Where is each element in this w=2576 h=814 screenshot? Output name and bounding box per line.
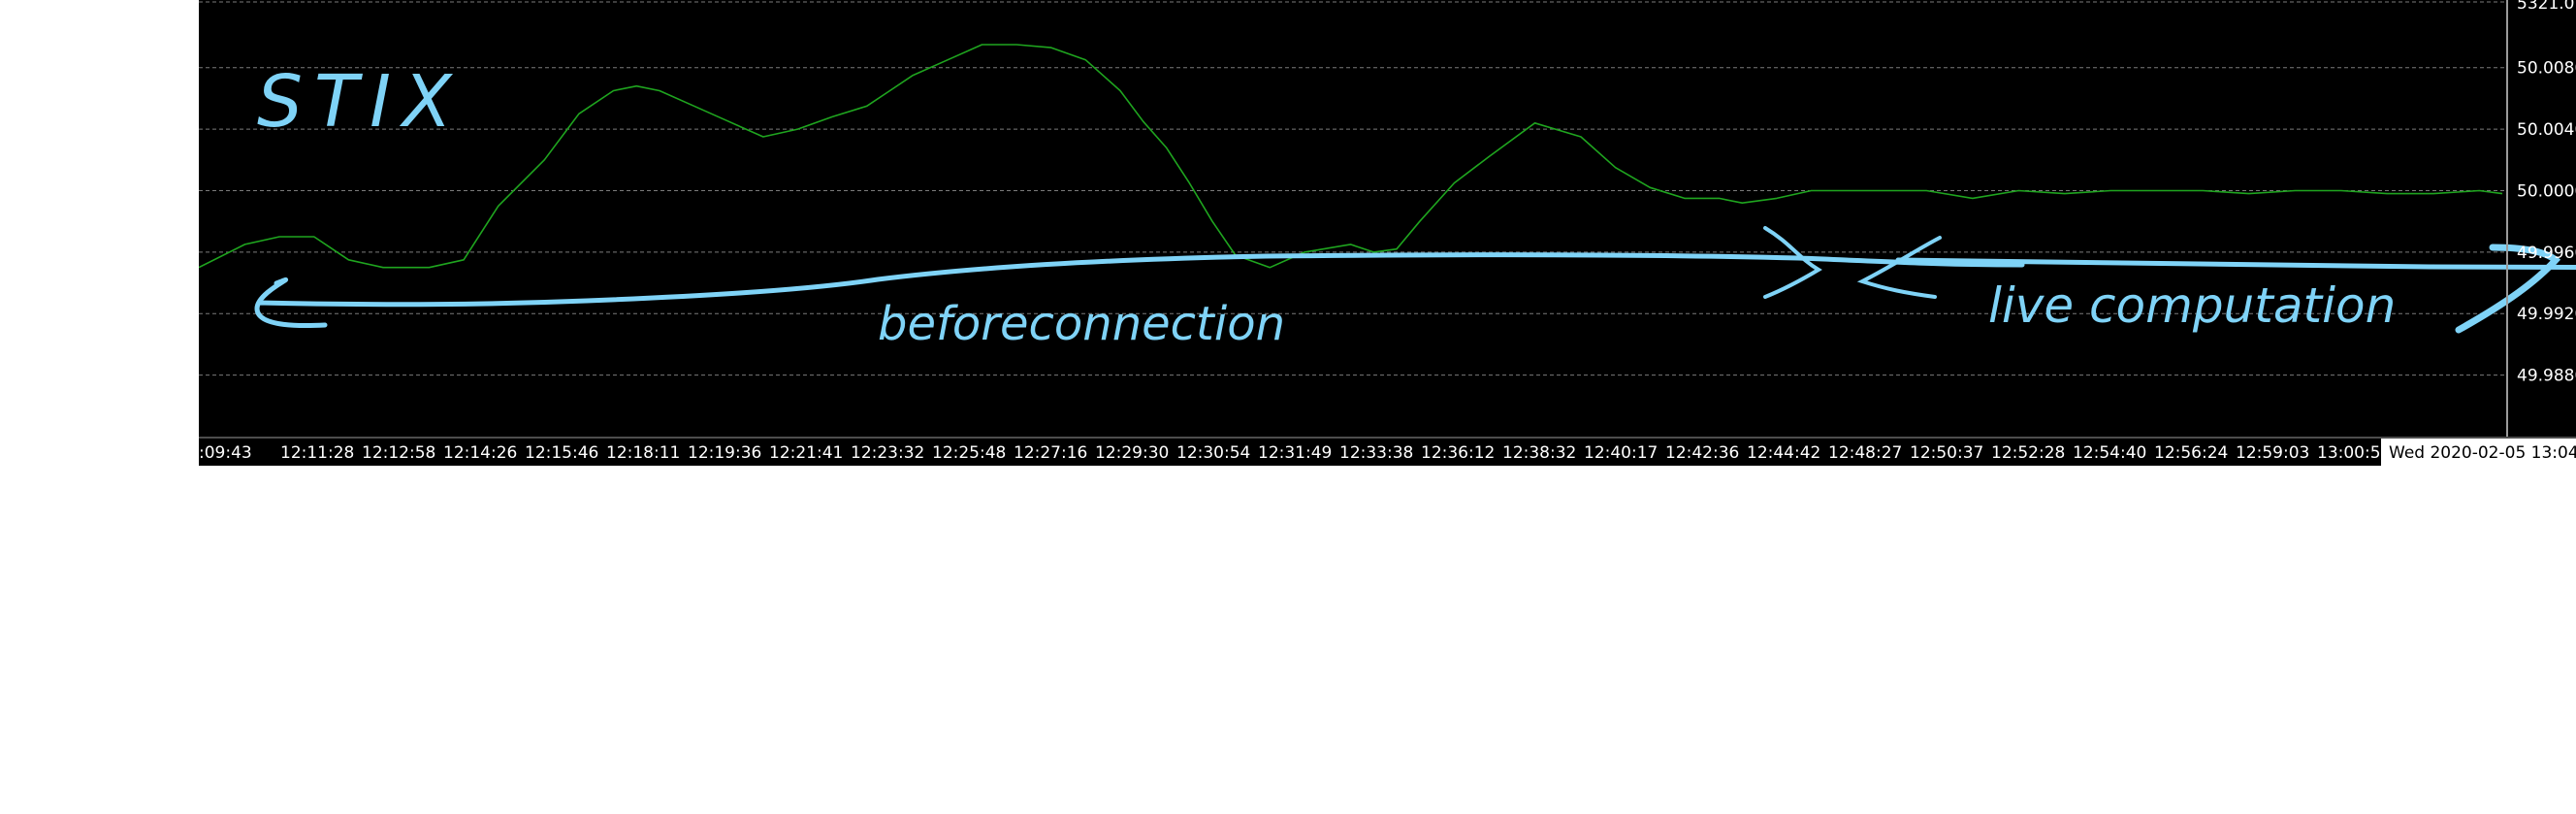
y-axis-top-partial-label: 5321.0 xyxy=(2517,0,2574,14)
x-tick-label: 12:25:48 xyxy=(932,443,1006,463)
x-tick-label: 12:11:28 xyxy=(280,443,354,463)
x-tick-label: 12:50:37 xyxy=(1910,443,1983,463)
y-tick-label: 49.9920 xyxy=(2517,305,2576,324)
x-tick-label: 12:52:28 xyxy=(1991,443,2065,463)
chart-canvas: STIX beforeconnection live computation 5… xyxy=(199,0,2576,466)
x-tick-label: 12:44:42 xyxy=(1747,443,1820,463)
current-date-label: Wed 2020-02-05 13:04 xyxy=(2389,443,2576,463)
annotation-stix: STIX xyxy=(257,60,464,144)
before-connection-arrowhead-right xyxy=(1763,226,1822,299)
live-computation-arrowhead-left xyxy=(1856,236,1942,299)
handwritten-annotations: STIX beforeconnection live computation xyxy=(254,60,2576,351)
x-tick-label: 12:14:26 xyxy=(443,443,517,463)
x-tick-label: 12:21:41 xyxy=(769,443,843,463)
y-tick-label: 50.0000 xyxy=(2517,181,2576,201)
x-tick-label: 12:23:32 xyxy=(851,443,924,463)
series-layer xyxy=(199,44,2503,269)
x-tick-label: 12:29:30 xyxy=(1095,443,1169,463)
x-axis: Wed 2020-02-05 13:04 :09:43 12:11:28 12:12… xyxy=(199,437,2576,466)
x-tick-label: 12:38:32 xyxy=(1502,443,1576,463)
x-tick-label: :09:43 xyxy=(199,443,252,463)
x-tick-label: 12:40:17 xyxy=(1584,443,1658,463)
x-tick-label: 12:18:11 xyxy=(606,443,680,463)
series-line xyxy=(199,44,2503,269)
y-axis: 5321.0 50.0080 50.0040 50.0000 49.9960 49.99… xyxy=(2506,0,2576,437)
x-tick-label: 12:27:16 xyxy=(1014,443,1087,463)
x-tick-label: 12:30:54 xyxy=(1176,443,1250,463)
x-tick-label: 12:42:36 xyxy=(1665,443,1739,463)
x-tick-label: 12:56:24 xyxy=(2154,443,2228,463)
x-tick-label: 12:48:27 xyxy=(1828,443,1902,463)
x-tick-label: 12:12:58 xyxy=(362,443,435,463)
y-tick-label: 50.0080 xyxy=(2517,59,2576,79)
x-tick-label: 12:19:36 xyxy=(688,443,761,463)
x-tick-label: 12:36:12 xyxy=(1421,443,1495,463)
annotation-before-connection: beforeconnection xyxy=(878,297,1285,351)
x-tick-label: 12:54:40 xyxy=(2073,443,2146,463)
x-tick-label: 12:15:46 xyxy=(525,443,598,463)
y-tick-label: 49.9880 xyxy=(2517,367,2576,386)
x-tick-label: 12:31:49 xyxy=(1258,443,1332,463)
x-tick-label: 12:33:38 xyxy=(1339,443,1413,463)
y-tick-label: 50.0040 xyxy=(2517,120,2576,140)
x-tick-label: 13:00:51 xyxy=(2317,443,2391,463)
y-tick-label: 49.9960 xyxy=(2517,244,2576,263)
chart-panel: STIX beforeconnection live computation 5… xyxy=(199,0,2576,466)
annotation-live-computation: live computation xyxy=(1988,277,2396,334)
x-tick-label: 12:59:03 xyxy=(2236,443,2309,463)
